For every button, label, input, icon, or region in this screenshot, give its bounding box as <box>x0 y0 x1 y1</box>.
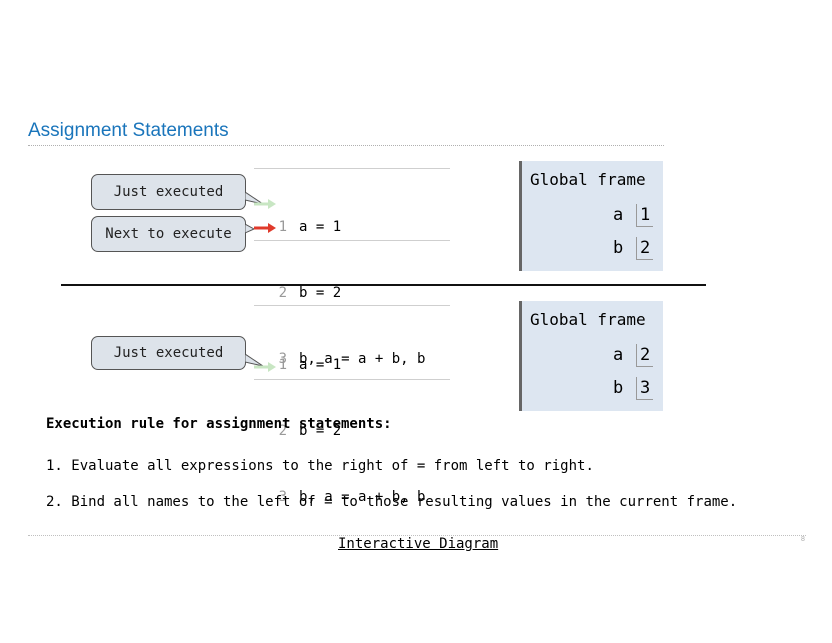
code-top-rule <box>254 305 450 306</box>
frame-title: Global frame <box>530 310 646 329</box>
just-executed-label: Just executed <box>113 345 224 361</box>
code-top-rule <box>254 168 450 169</box>
line-number: 1 <box>278 219 287 235</box>
just-executed-bubble: Just executed <box>91 174 246 210</box>
global-frame: Global frame a 2 b 3 <box>519 301 663 411</box>
global-frame: Global frame a 1 b 2 <box>519 161 663 271</box>
next-to-execute-label: Next to execute <box>105 226 232 242</box>
code-bottom-rule <box>254 379 450 380</box>
rules-heading: Execution rule for assignment statements… <box>46 416 392 432</box>
variable-value: 1 <box>636 204 654 227</box>
variable-name: b <box>613 378 624 398</box>
next-to-execute-bubble: Next to execute <box>91 216 246 252</box>
code-line: 1 a = 1 <box>275 216 425 238</box>
title-divider <box>28 145 664 146</box>
page-number: 8 <box>801 536 805 543</box>
rule-item: 2. Bind all names to the left of = to th… <box>46 494 738 510</box>
variable-name: a <box>613 205 624 225</box>
code-text: a = 1 <box>299 357 342 373</box>
just-executed-label: Just executed <box>113 184 224 200</box>
page-title: Assignment Statements <box>28 120 229 141</box>
variable-name: a <box>613 345 624 365</box>
interactive-diagram-link[interactable]: Interactive Diagram <box>338 536 498 552</box>
variable-value: 2 <box>636 237 654 260</box>
variable-value: 3 <box>636 377 654 400</box>
rule-item: 1. Evaluate all expressions to the right… <box>46 458 594 474</box>
code-bottom-rule <box>254 240 450 241</box>
frame-title: Global frame <box>530 170 646 189</box>
code-text: a = 1 <box>299 219 342 235</box>
code-text: b = 2 <box>299 285 342 301</box>
code-line: 1 a = 1 <box>275 354 425 376</box>
just-executed-bubble: Just executed <box>91 336 246 370</box>
line-number: 1 <box>278 357 287 373</box>
variable-value: 2 <box>636 344 654 367</box>
variable-name: b <box>613 238 624 258</box>
section-divider <box>61 284 706 286</box>
